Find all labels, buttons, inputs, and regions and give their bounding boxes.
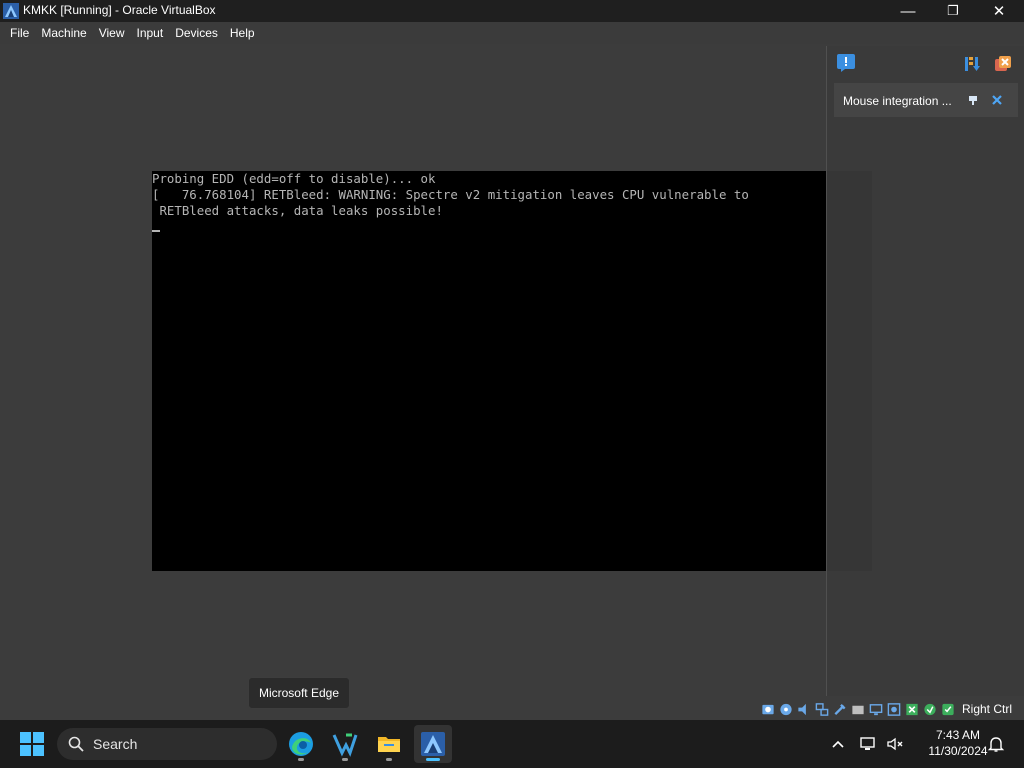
console-line: [ 76.768104] RETBleed: WARNING: Spectre … bbox=[152, 187, 749, 202]
mouse-integration-icon[interactable] bbox=[922, 702, 938, 717]
close-button[interactable]: ✕ bbox=[976, 0, 1022, 22]
virtualbox-logo-icon bbox=[3, 3, 19, 19]
taskbar-tooltip: Microsoft Edge bbox=[248, 677, 350, 709]
optical-drive-icon[interactable] bbox=[778, 702, 794, 717]
search-label: Search bbox=[93, 736, 138, 752]
taskbar-virtualbox[interactable] bbox=[414, 725, 452, 763]
taskbar: Search 7:43 AM 11/30/2024 bbox=[0, 720, 1024, 768]
running-indicator bbox=[386, 758, 392, 761]
taskbar-search[interactable]: Search bbox=[57, 728, 277, 760]
notification-message: Mouse integration ... bbox=[843, 94, 952, 108]
running-indicator bbox=[298, 758, 304, 761]
taskbar-edge[interactable] bbox=[282, 725, 320, 763]
sort-icon[interactable] bbox=[962, 54, 982, 74]
virtualbox-icon bbox=[421, 732, 445, 756]
menu-bar: File Machine View Input Devices Help bbox=[0, 22, 1024, 44]
clear-notifications-icon[interactable] bbox=[993, 54, 1013, 74]
text-cursor bbox=[152, 230, 160, 232]
shared-folders-icon[interactable] bbox=[850, 702, 866, 717]
edge-icon bbox=[289, 732, 313, 756]
window-title: KMKK [Running] - Oracle VirtualBox bbox=[23, 3, 216, 17]
restore-button[interactable]: ❐ bbox=[930, 0, 976, 22]
menu-devices[interactable]: Devices bbox=[169, 26, 224, 40]
volume-muted-icon[interactable] bbox=[885, 734, 905, 754]
folder-icon bbox=[378, 737, 400, 752]
menu-view[interactable]: View bbox=[93, 26, 131, 40]
running-indicator bbox=[342, 758, 348, 761]
network-status-icon[interactable] bbox=[858, 734, 878, 754]
start-button[interactable] bbox=[14, 730, 50, 758]
vm-status-bar: Right Ctrl bbox=[760, 698, 1024, 720]
search-icon bbox=[68, 736, 84, 752]
cpu-icon[interactable] bbox=[904, 702, 920, 717]
ide-icon bbox=[332, 733, 358, 757]
network-icon[interactable] bbox=[814, 702, 830, 717]
hard-disk-icon[interactable] bbox=[760, 702, 776, 717]
pin-icon[interactable] bbox=[967, 94, 979, 106]
minimize-button[interactable]: — bbox=[885, 0, 931, 22]
console-line: Probing EDD (edd=off to disable)... ok bbox=[152, 171, 436, 186]
notification-center-icon[interactable] bbox=[836, 53, 856, 73]
notification-center: Mouse integration ... bbox=[826, 46, 1024, 696]
notification-card[interactable]: Mouse integration ... bbox=[834, 83, 1018, 117]
menu-help[interactable]: Help bbox=[224, 26, 261, 40]
running-indicator bbox=[426, 758, 440, 761]
audio-icon[interactable] bbox=[796, 702, 812, 717]
usb-icon[interactable] bbox=[832, 702, 848, 717]
notification-bell-icon[interactable] bbox=[986, 734, 1006, 754]
menu-input[interactable]: Input bbox=[131, 26, 170, 40]
title-bar: KMKK [Running] - Oracle VirtualBox — ❐ ✕ bbox=[0, 0, 1024, 22]
taskbar-file-explorer[interactable] bbox=[370, 725, 408, 763]
console-line: RETBleed attacks, data leaks possible! bbox=[152, 203, 443, 218]
vm-display[interactable]: Probing EDD (edd=off to disable)... ok [… bbox=[152, 171, 872, 571]
display-icon[interactable] bbox=[868, 702, 884, 717]
menu-file[interactable]: File bbox=[4, 26, 35, 40]
menu-machine[interactable]: Machine bbox=[35, 26, 92, 40]
host-key-icon[interactable] bbox=[940, 702, 956, 717]
close-notification-icon[interactable] bbox=[991, 94, 1003, 106]
recording-icon[interactable] bbox=[886, 702, 902, 717]
taskbar-visual-studio[interactable] bbox=[326, 725, 364, 763]
windows-logo-icon bbox=[20, 732, 44, 756]
host-key-label[interactable]: Right Ctrl bbox=[962, 702, 1012, 716]
chevron-up-icon[interactable] bbox=[828, 734, 848, 754]
